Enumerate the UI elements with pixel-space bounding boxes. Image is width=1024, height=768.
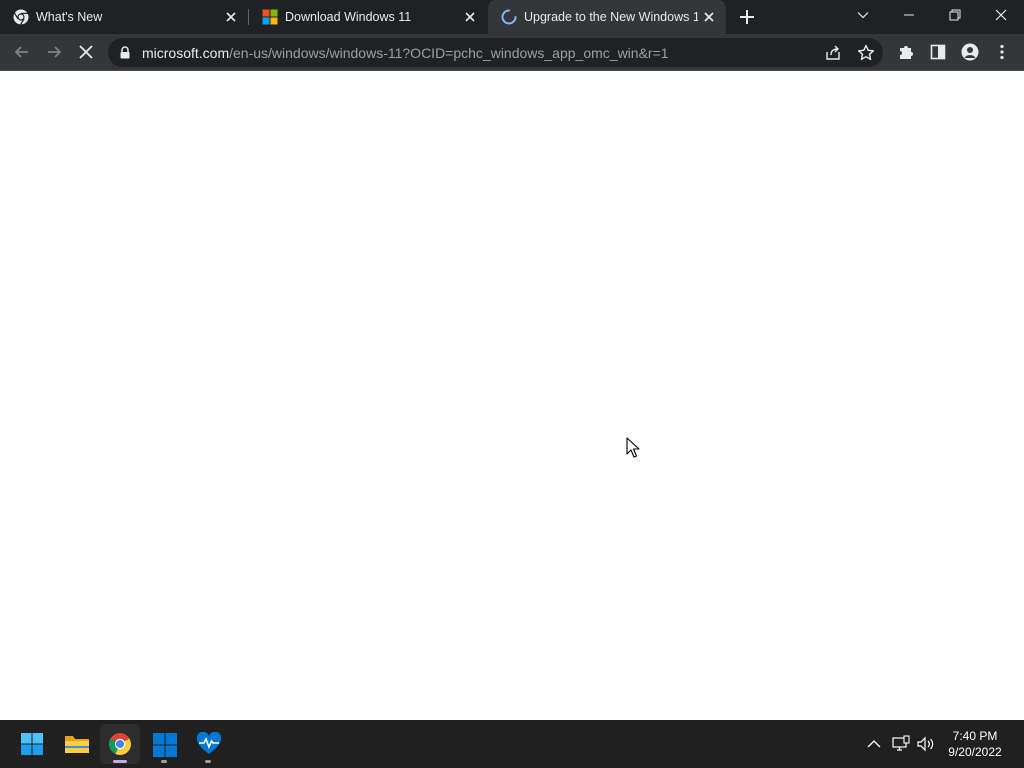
volume-icon[interactable] [916,734,936,754]
running-app-indicator [161,760,167,763]
microsoft-logo-icon [262,9,278,25]
loading-spinner-icon [501,9,517,25]
close-tab-icon[interactable] [700,8,718,26]
new-tab-icon[interactable] [736,6,758,28]
share-icon[interactable] [823,43,843,63]
side-panel-button[interactable] [924,38,952,66]
mouse-cursor-icon [626,437,640,458]
stop-loading-button[interactable] [72,38,100,66]
url-host: microsoft.com [142,45,230,61]
taskbar-file-explorer[interactable] [56,724,96,764]
url-text[interactable]: microsoft.com/en-us/windows/windows-11?O… [142,45,669,61]
active-app-indicator [113,760,127,763]
tab-title: Download Windows 11 [285,10,412,24]
taskbar-chrome[interactable] [100,724,140,764]
minimize-icon [904,14,914,16]
clock-time: 7:40 PM [952,729,998,743]
browser-toolbar: microsoft.com/en-us/windows/windows-11?O… [0,34,1024,71]
tab-title: Upgrade to the New Windows 11 [524,10,698,24]
chevron-up-icon[interactable] [864,734,884,754]
stop-icon [79,45,93,59]
close-icon [995,9,1007,21]
profile-button[interactable] [956,38,984,66]
taskbar-pc-health-check[interactable] [188,724,228,764]
close-tab-icon[interactable] [222,8,240,26]
taskbar-microsoft-store[interactable] [144,724,184,764]
puzzle-icon [900,46,913,59]
arrow-right-icon [48,46,62,58]
tab-whats-new[interactable]: What's New [0,0,248,34]
network-icon[interactable] [891,734,911,754]
avatar-icon [961,43,979,61]
forward-button[interactable] [40,38,68,66]
microsoft-store-icon [153,733,177,757]
taskbar-clock[interactable]: 7:40 PM 9/20/2022 [944,728,1006,760]
back-button[interactable] [8,38,36,66]
chrome-icon [13,9,29,25]
star-icon[interactable] [856,43,876,63]
close-window-button[interactable] [978,0,1024,30]
running-app-indicator [205,760,211,763]
chevron-down-icon [857,12,869,19]
tab-strip: What's New Download Windows 11 Upgrade t… [0,0,1024,34]
tab-search-button[interactable] [840,0,886,30]
start-button[interactable] [12,724,52,764]
chrome-icon [109,733,131,755]
more-vertical-icon [1000,44,1004,60]
pc-health-check-icon [196,732,222,754]
arrow-left-icon [14,46,28,58]
clock-date: 9/20/2022 [948,745,1002,759]
address-bar[interactable]: microsoft.com/en-us/windows/windows-11?O… [108,38,883,67]
restore-icon [949,9,961,21]
lock-icon[interactable] [119,46,131,59]
tab-download-windows-11[interactable]: Download Windows 11 [249,0,487,34]
taskbar: 7:40 PM 9/20/2022 [0,720,1024,768]
start-icon [21,733,43,755]
page-content[interactable] [0,71,1024,720]
close-tab-icon[interactable] [461,8,479,26]
restore-button[interactable] [932,0,978,30]
tab-upgrade-windows-11[interactable]: Upgrade to the New Windows 11 [488,0,726,34]
tab-title: What's New [36,10,103,24]
side-panel-icon [930,44,946,60]
url-path: /en-us/windows/windows-11?OCID=pchc_wind… [229,45,669,61]
file-explorer-icon [65,736,89,753]
menu-button[interactable] [988,38,1016,66]
extensions-button[interactable] [892,38,920,66]
minimize-button[interactable] [886,0,932,30]
